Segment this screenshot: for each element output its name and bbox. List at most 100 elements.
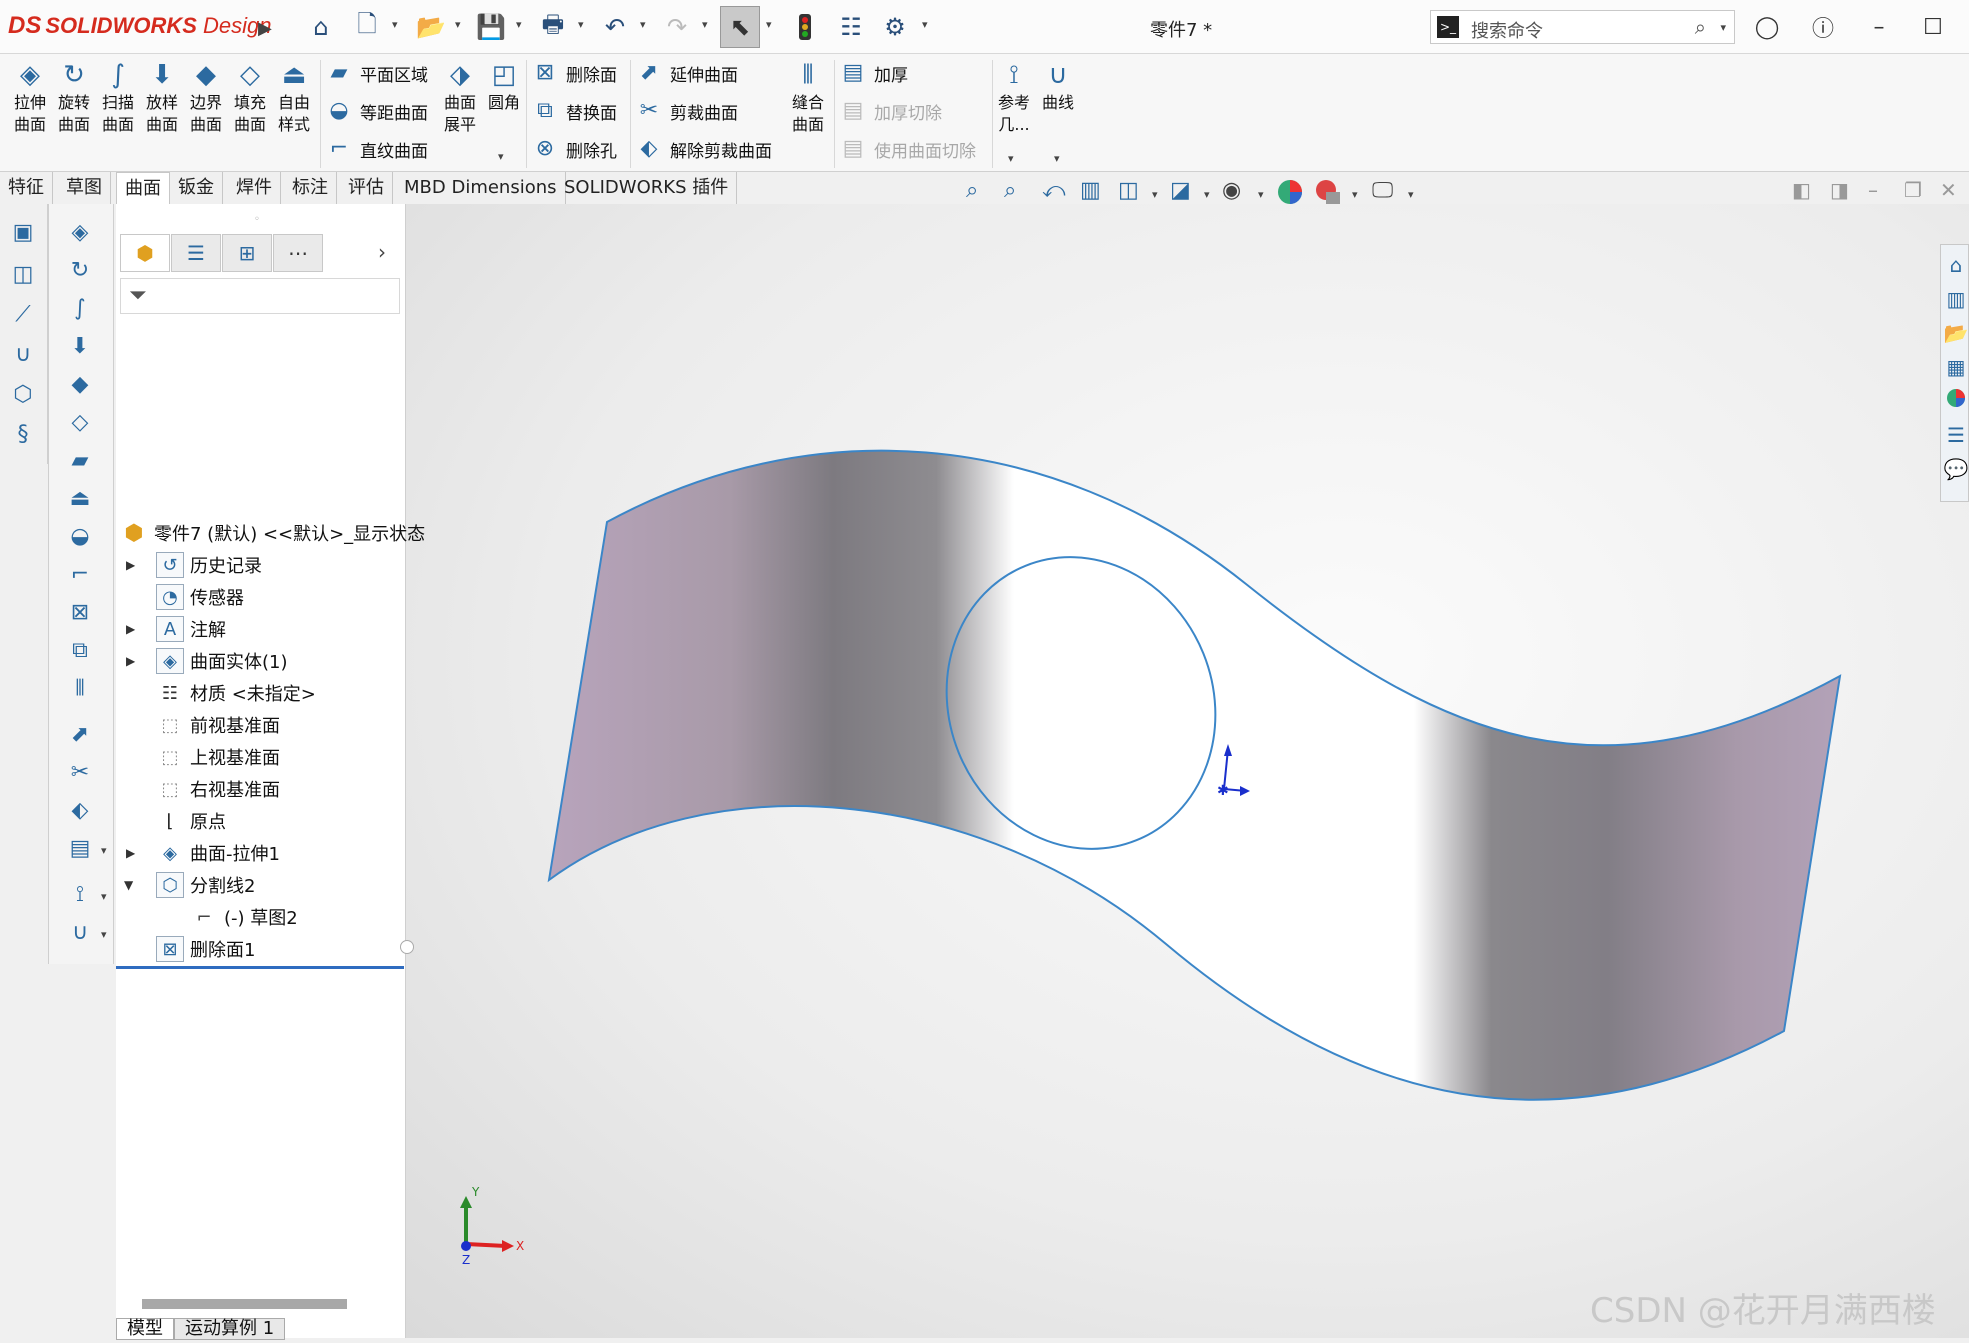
thicken-side-icon[interactable]: ▤ [65,834,95,864]
horizontal-scrollbar[interactable] [142,1299,347,1309]
view-settings-monitor-icon[interactable]: 🖵 [1372,178,1393,203]
new-dropdown-arrow[interactable]: ▾ [392,18,398,31]
part-icon[interactable]: ▣ [8,218,38,248]
freeform-side-icon[interactable]: ⏏ [65,484,95,514]
tree-item-surface-bodies[interactable]: ▶ ◈ 曲面实体(1) [126,646,288,676]
panel-expand-chevron-icon[interactable]: › [378,240,386,264]
tab-features[interactable]: 特征 [0,172,53,204]
view-dropdown-arrow[interactable]: ▾ [1152,188,1158,201]
open-file-icon[interactable]: 📂 [414,10,448,44]
reference-geometry-button[interactable]: ⟟ 参考 几... [992,60,1036,136]
extend-surface-button[interactable]: ⬈ 延伸曲面 [634,58,738,88]
collapse-arrow-icon[interactable]: ▼ [124,878,133,892]
redo-icon[interactable]: ↷ [660,10,694,44]
command-search[interactable]: >_ 搜索命令 ⌕ ▾ [1430,10,1735,44]
tab-motion-study[interactable]: 运动算例 1 [174,1318,286,1340]
expand-arrow-icon[interactable]: ▶ [126,622,135,636]
expand-menu-arrow-icon[interactable]: ▶ [258,18,272,39]
tree-item-delete-face[interactable]: ⊠ 删除面1 [156,934,255,964]
options-dropdown-arrow[interactable]: ▾ [922,18,928,31]
tab-mbd-dimensions[interactable]: MBD Dimensions [396,172,566,204]
panel-resize-handle[interactable] [400,940,414,954]
features-icon[interactable]: ⬡ [8,380,38,410]
planar-surface-side-icon[interactable]: ▰ [65,446,95,476]
delete-face-button[interactable]: ⊠ 删除面 [530,58,617,88]
rollback-bar[interactable] [116,966,404,969]
ruled-surface-button[interactable]: ⌐ 直纹曲面 [324,134,428,164]
tree-item-sensors[interactable]: ◔ 传感器 [156,582,244,612]
open-dropdown-arrow[interactable]: ▾ [455,18,461,31]
viewport-close-icon[interactable]: ✕ [1940,178,1957,202]
user-account-icon[interactable]: ◯ [1750,10,1784,44]
surface-model[interactable]: ✱ Y X Z [406,204,1969,1338]
knit-surface-button[interactable]: ⫴ 缝合 曲面 [786,60,830,136]
offset-surface-button[interactable]: ◒ 等距曲面 [324,96,428,126]
hide-show-dropdown-arrow[interactable]: ▾ [1258,188,1264,201]
maximize-window-icon[interactable]: ☐ [1916,10,1950,44]
sweep-surface-button[interactable]: ∫ 扫描 曲面 [96,60,140,136]
redo-dropdown-arrow[interactable]: ▾ [702,18,708,31]
tab-sketch[interactable]: 草图 [58,172,111,204]
dynamic-annotation-icon[interactable]: ◫ [1118,178,1139,203]
rebuild-traffic-light-icon[interactable] [788,10,822,44]
configuration-manager-tab-icon[interactable]: ⊞ [222,234,272,272]
loft-surface-side-icon[interactable]: ⬇ [65,332,95,362]
tree-item-top-plane[interactable]: ⬚ 上视基准面 [156,742,280,772]
delete-face-side-icon[interactable]: ⊠ [65,598,95,628]
fill-surface-button[interactable]: ◇ 填充 曲面 [228,60,272,136]
filter-funnel-icon[interactable]: ⏷ [129,283,147,308]
trim-surface-button[interactable]: ✂ 剪裁曲面 [634,96,738,126]
file-properties-icon[interactable]: ☷ [834,10,868,44]
untrim-surface-button[interactable]: ⬖ 解除剪裁曲面 [634,134,772,164]
expand-arrow-icon[interactable]: ▶ [126,846,135,860]
sweep-surface-side-icon[interactable]: ∫ [65,294,95,324]
select-dropdown-arrow[interactable]: ▾ [766,18,772,31]
zoom-to-area-icon[interactable]: ⌕ [1004,178,1016,203]
tab-weldments[interactable]: 焊件 [228,172,281,204]
curves-dropdown-arrow[interactable]: ▾ [1054,152,1060,165]
curves-side-dropdown-arrow[interactable]: ▾ [101,928,107,941]
search-icon[interactable]: ⌕ [1695,15,1706,39]
undo-icon[interactable]: ↶ [598,10,632,44]
extrude-surface-button[interactable]: ◈ 拉伸 曲面 [8,60,52,136]
replace-face-button[interactable]: ⧉ 替换面 [530,96,617,126]
delete-hole-button[interactable]: ⊗ 删除孔 [530,134,617,164]
thicken-side-dropdown-arrow[interactable]: ▾ [101,844,107,857]
view-palette-icon[interactable]: ▦ [1943,353,1969,381]
file-explorer-icon[interactable]: 📂 [1943,319,1969,347]
tab-sheet-metal[interactable]: 钣金 [170,172,223,204]
forum-icon[interactable]: 💬 [1943,455,1969,483]
expand-arrow-icon[interactable]: ▶ [126,654,135,668]
select-pointer-icon[interactable]: ⬉ [720,6,760,48]
tab-model[interactable]: 模型 [116,1318,174,1340]
panel-grip-icon[interactable]: ◦ [254,214,260,225]
tree-item-material[interactable]: ☷ 材质 <未指定> [156,678,316,708]
tree-item-origin[interactable]: ⌊ 原点 [156,806,226,836]
trim-surface-side-icon[interactable]: ✂ [65,758,95,788]
custom-properties-icon[interactable]: ☰ [1943,421,1969,449]
ruled-surface-side-icon[interactable]: ⌐ [65,560,95,590]
more-tabs-icon[interactable]: ⋯ [273,234,323,272]
reference-side-dropdown-arrow[interactable]: ▾ [101,890,107,903]
thicken-button[interactable]: ▤ 加厚 [838,58,908,88]
tile-left-icon[interactable]: ◧ [1792,178,1811,202]
tree-item-history[interactable]: ▶ ↺ 历史记录 [126,550,262,580]
viewport-minimize-icon[interactable]: – [1868,178,1878,202]
fillet-button[interactable]: ◰ 圆角 [482,60,526,114]
boundary-surface-button[interactable]: ◆ 边界 曲面 [184,60,228,136]
sketch-icon[interactable]: ⟋ [8,300,38,330]
design-library-icon[interactable]: ▥ [1943,285,1969,313]
viewport-restore-icon[interactable]: ❐ [1904,178,1922,202]
reference-dropdown-arrow[interactable]: ▾ [1008,152,1014,165]
help-icon[interactable]: ⓘ [1806,10,1840,44]
tab-evaluate[interactable]: 评估 [340,172,393,204]
orientation-dropdown-arrow[interactable]: ▾ [1204,188,1210,201]
extend-surface-side-icon[interactable]: ⬈ [65,720,95,750]
undo-dropdown-arrow[interactable]: ▾ [640,18,646,31]
surface-face[interactable] [547,449,1842,1101]
revolve-surface-side-icon[interactable]: ↻ [65,256,95,286]
boundary-surface-side-icon[interactable]: ◆ [65,370,95,400]
curves-side-icon[interactable]: ∪ [65,918,95,948]
tile-right-icon[interactable]: ◨ [1830,178,1849,202]
expand-arrow-icon[interactable]: ▶ [126,558,135,572]
